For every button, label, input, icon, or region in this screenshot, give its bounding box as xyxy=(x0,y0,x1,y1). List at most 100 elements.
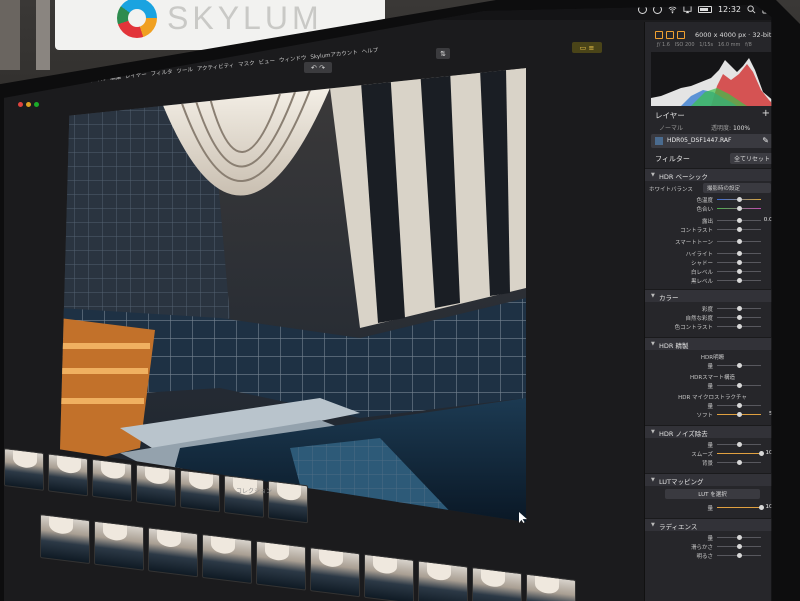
menu-item-mask[interactable]: マスク xyxy=(238,59,255,69)
slider-row[interactable]: 量0 xyxy=(645,361,777,370)
collapse-triangle-icon[interactable]: ▼ xyxy=(651,293,655,299)
collapse-triangle-icon[interactable]: ▼ xyxy=(651,429,655,435)
undo-redo-button[interactable]: ↶ ↷ xyxy=(304,62,332,73)
filmstrip-thumbnail[interactable] xyxy=(256,540,306,591)
slider-knob[interactable] xyxy=(736,442,742,447)
filmstrip-thumbnail[interactable] xyxy=(180,469,220,513)
section-header-hdr_detail[interactable]: ▼ HDR 精製 xyxy=(645,337,772,350)
slider-value[interactable]: 0 xyxy=(773,250,777,256)
filmstrip-thumbnail[interactable] xyxy=(92,458,132,502)
slider-knob[interactable] xyxy=(736,260,742,265)
slider-track[interactable] xyxy=(717,453,761,454)
filmstrip-thumbnail[interactable] xyxy=(310,547,360,598)
slider-row[interactable]: 量 100 xyxy=(645,503,772,512)
slider-value[interactable]: 0 xyxy=(773,277,777,283)
slider-value[interactable]: 0 xyxy=(773,305,777,311)
panel-layout-button[interactable]: ▭ ≡ xyxy=(572,42,602,53)
airplay-icon[interactable] xyxy=(683,5,692,14)
slider-row[interactable]: 明るさ 0 xyxy=(645,551,777,560)
slider-knob[interactable] xyxy=(736,306,742,311)
slider-row[interactable]: コントラスト 0 xyxy=(645,225,777,234)
collapse-triangle-icon[interactable]: ▼ xyxy=(651,172,655,178)
filmstrip-thumbnail[interactable] xyxy=(94,520,144,571)
menubar-clock[interactable]: 12:32 xyxy=(718,5,741,14)
section-header-radiance[interactable]: ▼ ラディエンス xyxy=(645,518,772,531)
layer-item[interactable]: HDR05_DSF1447.RAF ✎ xyxy=(651,134,772,148)
menu-item-app[interactable]: Aurora HDR 2018 xyxy=(32,77,81,90)
slider-row[interactable]: 露出 0.00 xyxy=(645,216,771,225)
slider-value[interactable]: 0 xyxy=(773,459,777,465)
slider-value[interactable]: 0 xyxy=(773,259,777,265)
brush-icon[interactable]: ✎ xyxy=(762,136,769,145)
layers-label[interactable]: レイヤー xyxy=(655,110,685,121)
slider-value[interactable]: 0 xyxy=(773,314,777,320)
slider-track[interactable] xyxy=(717,507,761,508)
slider-value[interactable]: 0 xyxy=(773,323,777,329)
slider-row[interactable]: 色合い 0 xyxy=(645,204,777,213)
slider-row[interactable]: スマートトーン 0 xyxy=(645,237,771,246)
filmstrip-thumbnail[interactable] xyxy=(418,560,468,601)
search-icon[interactable] xyxy=(747,5,756,14)
notification-center-icon[interactable] xyxy=(762,5,771,14)
collapse-triangle-icon[interactable]: ▼ xyxy=(651,341,655,347)
slider-row[interactable]: 量0 xyxy=(645,381,777,390)
menu-item-file[interactable]: ファイル xyxy=(84,74,107,84)
slider-knob[interactable] xyxy=(736,412,742,417)
layer-opacity[interactable]: 透明度: 100% xyxy=(711,123,750,132)
slider-row[interactable]: 白レベル 0 xyxy=(645,267,777,276)
slider-value[interactable]: 0 xyxy=(773,205,777,211)
slider-row[interactable]: 滑らかさ 0 xyxy=(645,542,771,551)
menu-item-activity[interactable]: アクティビティ xyxy=(196,61,235,73)
slider-value[interactable]: 50 xyxy=(769,411,771,417)
collapse-triangle-icon[interactable]: ▼ xyxy=(651,522,655,528)
menu-item-filter[interactable]: フィルタ xyxy=(150,67,173,77)
slider-knob[interactable] xyxy=(736,535,742,540)
menu-item-layer[interactable]: レイヤー xyxy=(125,70,147,80)
slider-value[interactable]: 0 xyxy=(773,226,777,232)
slider-value[interactable]: 0 xyxy=(773,441,777,447)
slider-value[interactable]: 100 xyxy=(766,504,772,510)
slider-value[interactable]: 0 xyxy=(773,268,777,274)
status-icon[interactable] xyxy=(637,5,647,14)
slider-value[interactable]: 0 xyxy=(773,552,777,558)
slider-knob[interactable] xyxy=(758,505,764,510)
filters-label[interactable]: フィルター xyxy=(655,154,690,164)
lut-dropdown[interactable]: LUT を選択 xyxy=(665,489,760,499)
filmstrip-thumbnail[interactable] xyxy=(136,464,176,508)
compare-view-button[interactable]: ⇅ xyxy=(436,48,450,59)
slider-knob[interactable] xyxy=(736,278,742,283)
histogram-mode-icon[interactable] xyxy=(655,31,663,39)
slider-value[interactable]: 0 xyxy=(773,402,777,408)
filmstrip-thumbnail[interactable] xyxy=(148,527,198,578)
slider-knob[interactable] xyxy=(736,363,742,368)
slider-value[interactable]: 0 xyxy=(773,382,777,388)
slider-row[interactable]: 量0 xyxy=(645,440,777,449)
slider-row[interactable]: 量0 xyxy=(645,401,777,410)
slider-knob[interactable] xyxy=(736,403,742,408)
minimize-window-button[interactable] xyxy=(26,102,31,107)
close-window-button[interactable] xyxy=(18,102,23,107)
white-balance-dropdown[interactable]: 撮影時の設定 xyxy=(703,183,771,193)
blend-mode-select[interactable]: ノーマル xyxy=(659,123,683,132)
collapse-triangle-icon[interactable]: ▼ xyxy=(651,477,655,483)
slider-knob[interactable] xyxy=(736,553,742,558)
filmstrip-thumbnail[interactable] xyxy=(202,533,252,585)
slider-row[interactable]: シャドー 0 xyxy=(645,258,777,267)
menu-item-edit[interactable]: 編集 xyxy=(110,73,122,82)
lut-select[interactable]: LUT を選択 xyxy=(645,488,771,500)
filmstrip-thumbnail[interactable] xyxy=(268,480,308,524)
slider-knob[interactable] xyxy=(736,460,742,465)
slider-knob[interactable] xyxy=(736,251,742,256)
wifi-icon[interactable] xyxy=(668,5,677,14)
slider-value[interactable]: 0 xyxy=(773,362,777,368)
slider-row[interactable]: 量0 xyxy=(645,533,771,542)
zoom-window-button[interactable] xyxy=(34,102,39,107)
section-header-color[interactable]: ▼ カラー xyxy=(645,289,772,302)
filmstrip-thumbnail[interactable] xyxy=(4,448,44,491)
slider-knob[interactable] xyxy=(736,544,742,549)
filmstrip-thumbnail[interactable] xyxy=(40,514,90,565)
slider-row[interactable]: 自然な彩度 0 xyxy=(645,313,777,322)
filmstrip-thumbnail[interactable] xyxy=(364,553,414,601)
reset-all-button[interactable]: 全てリセット xyxy=(729,153,772,164)
menu-item-tools[interactable]: ツール xyxy=(176,65,193,75)
